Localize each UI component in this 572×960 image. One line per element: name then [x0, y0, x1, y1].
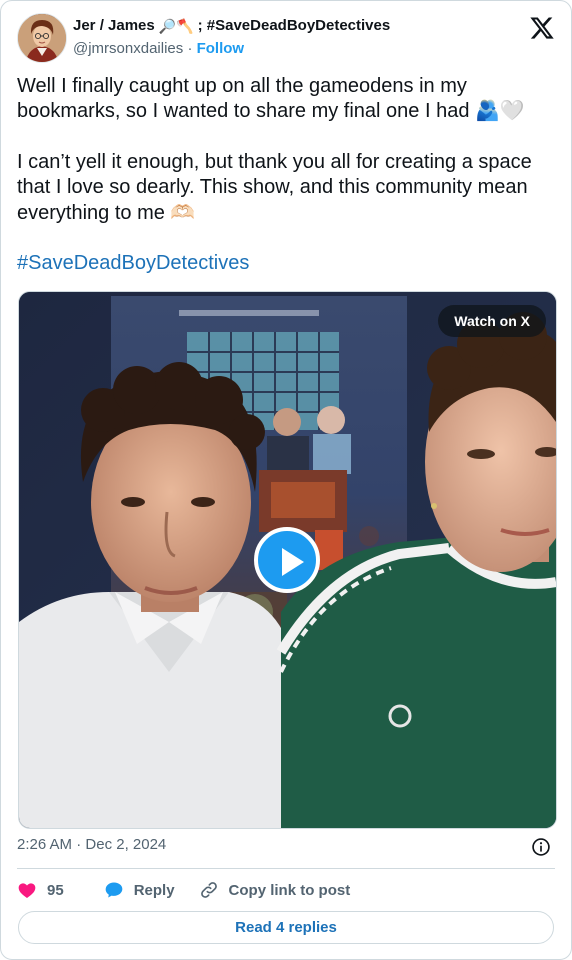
embedded-post-card: Jer / James 🔎🪓 ; #SaveDeadBoyDetectives …: [0, 0, 572, 960]
copy-link-label: Copy link to post: [228, 881, 351, 899]
copy-link-button[interactable]: Copy link to post: [199, 880, 351, 900]
post-time[interactable]: 2:26 AM: [17, 836, 72, 853]
like-button[interactable]: 95: [17, 880, 64, 900]
post-date[interactable]: Dec 2, 2024: [85, 836, 166, 853]
follow-button[interactable]: Follow: [197, 40, 245, 57]
author-name-suffix: ; #SaveDeadBoyDetectives: [197, 17, 391, 34]
reply-button[interactable]: Reply: [104, 880, 175, 900]
like-count: 95: [47, 881, 64, 899]
reply-label: Reply: [133, 881, 175, 899]
author-handle[interactable]: @jmrsonxdailies: [73, 40, 183, 57]
meta-separator: ·: [76, 836, 82, 853]
divider: [17, 868, 555, 869]
info-icon[interactable]: [531, 837, 551, 857]
reply-bubble-icon: [105, 882, 123, 898]
post-paragraph-2: I can’t yell it enough, but thank you al…: [17, 150, 532, 224]
author-name-row[interactable]: Jer / James 🔎🪓 ; #SaveDeadBoyDetectives: [73, 17, 390, 34]
read-replies-button[interactable]: Read 4 replies: [18, 911, 554, 944]
post-actions: 95 Reply Copy link to post: [17, 877, 374, 903]
post-hashtag-link[interactable]: #SaveDeadBoyDetectives: [17, 252, 249, 274]
video-player[interactable]: Watch on X: [18, 291, 557, 829]
post-header: Jer / James 🔎🪓 ; #SaveDeadBoyDetectives …: [17, 13, 555, 63]
author-display-name: Jer / James: [73, 17, 155, 34]
x-logo-icon[interactable]: [529, 15, 555, 41]
watch-on-x-button[interactable]: Watch on X: [438, 305, 546, 337]
post-meta-row: 2:26 AM · Dec 2, 2024: [17, 836, 555, 858]
post-paragraph-1: Well I finally caught up on all the game…: [17, 75, 525, 123]
author-handle-row: @jmrsonxdailies · Follow: [73, 40, 244, 57]
author-name-emojis: 🔎🪓: [158, 17, 194, 34]
heart-icon: [18, 883, 36, 898]
link-icon: [200, 882, 217, 898]
play-icon[interactable]: [254, 527, 320, 593]
post-text: Well I finally caught up on all the game…: [17, 74, 557, 276]
author-avatar[interactable]: [17, 13, 67, 63]
handle-separator: ·: [187, 40, 193, 57]
